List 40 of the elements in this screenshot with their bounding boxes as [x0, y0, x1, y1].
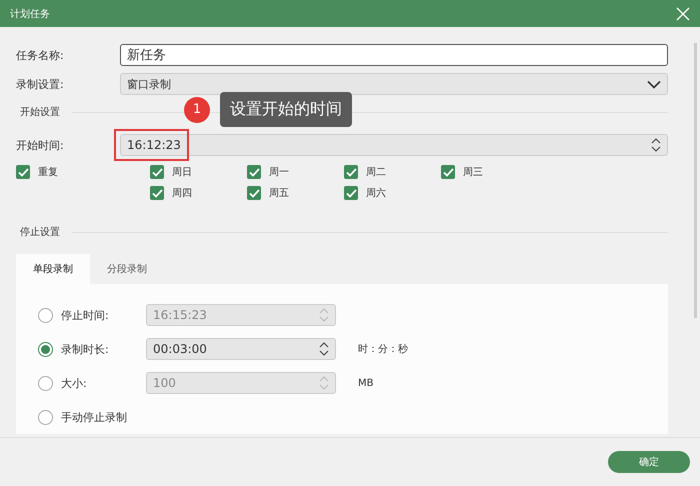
checkmark-icon — [248, 188, 260, 198]
tab[interactable]: 单段录制 — [16, 254, 90, 284]
field-label: 开始时间: — [16, 138, 65, 152]
start-time-field[interactable]: 16:12:23 — [120, 134, 668, 156]
section-title: 停止设置 — [19, 226, 61, 239]
confirm-button[interactable]: 确定 — [608, 451, 690, 473]
day-checkbox[interactable]: 周六 — [344, 186, 441, 200]
chevron-down-icon[interactable] — [647, 80, 661, 88]
day-checkbox[interactable]: 周三 — [441, 165, 538, 179]
spinner-icon[interactable] — [651, 137, 661, 153]
section-title: 开始设置 — [19, 106, 61, 119]
day-checkbox[interactable]: 周五 — [247, 186, 344, 200]
day-checkbox[interactable]: 周日 — [150, 165, 247, 179]
record-setting-dropdown[interactable]: 窗口录制 — [120, 73, 668, 95]
checkmark-icon — [346, 188, 356, 198]
tab[interactable]: 分段录制 — [90, 254, 164, 284]
scrollbar[interactable] — [694, 43, 697, 318]
task-name-field[interactable]: 新任务 — [120, 44, 668, 66]
spinner-icon[interactable] — [319, 341, 329, 357]
spin-field[interactable]: 00:03:00 — [146, 338, 336, 360]
unit-label: 时：分：秒 — [358, 342, 408, 356]
checkmark-icon — [346, 168, 356, 176]
step-badge: 1 — [184, 96, 210, 122]
day-checkbox[interactable]: 周一 — [247, 165, 344, 179]
checkmark-icon — [152, 168, 162, 176]
radio-option[interactable]: 手动停止录制 — [38, 410, 146, 424]
annotation-tooltip: 设置开始的时间 — [220, 92, 352, 127]
checkmark-icon — [248, 168, 260, 176]
day-checkbox[interactable]: 周四 — [150, 186, 247, 200]
repeat-checkbox[interactable]: 重复 — [16, 165, 150, 179]
field-label: 任务名称: — [16, 48, 65, 62]
field-label: 录制设置: — [16, 76, 65, 92]
unit-label: MB — [358, 378, 374, 388]
radio-option[interactable]: 录制时长: — [38, 342, 146, 356]
window-title: 计划任务 — [10, 8, 50, 20]
close-icon[interactable] — [676, 6, 690, 20]
checkmark-icon — [442, 168, 454, 176]
day-checkbox[interactable]: 周二 — [344, 165, 441, 179]
checkmark-icon — [152, 188, 162, 198]
checkmark-icon — [18, 168, 28, 176]
